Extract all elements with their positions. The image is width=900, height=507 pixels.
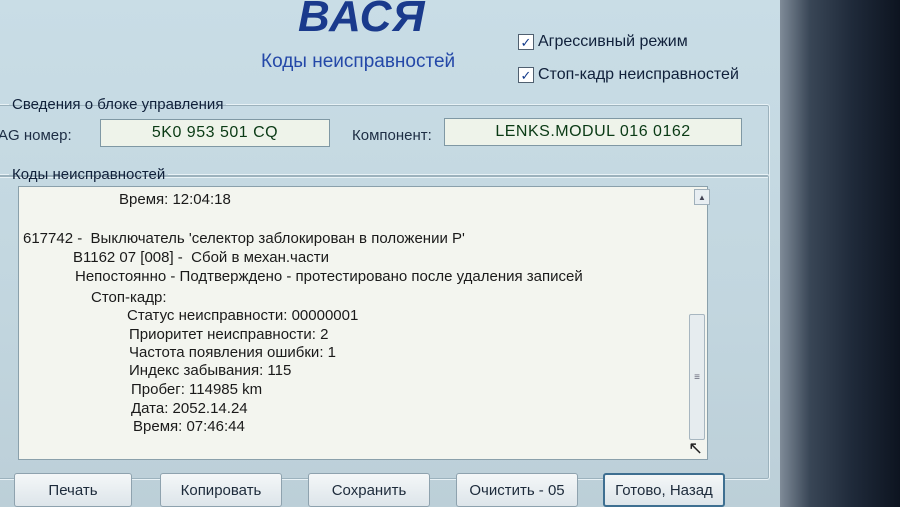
component-label: Компонент: [352, 127, 432, 144]
monitor-bezel [780, 0, 900, 507]
vag-number-label: AG номер: [0, 127, 72, 144]
freeze-frame-time: Время: 07:46:44 [133, 418, 245, 435]
aggressive-mode-label: Агрессивный режим [538, 33, 688, 50]
done-back-button[interactable]: Готово, Назад [603, 473, 725, 507]
freeze-frame-date: Дата: 2052.14.24 [131, 400, 248, 417]
app-logo: ВАСЯ [298, 0, 426, 41]
print-button[interactable]: Печать [14, 473, 132, 507]
fault-codes-text-area[interactable]: Время: 12:04:18 617742 - Выключатель 'се… [18, 186, 708, 460]
check-icon[interactable]: ✓ [518, 34, 534, 50]
app-window: ВАСЯ Коды неисправностей ✓ Агрессивный р… [0, 0, 780, 507]
freeze-frame-heading: Стоп-кадр: [91, 289, 167, 306]
page-subtitle: Коды неисправностей [261, 51, 456, 72]
fault-codes-legend: Коды неисправностей [12, 166, 166, 183]
aggressive-mode-checkbox[interactable]: ✓ Агрессивный режим [518, 33, 688, 51]
freeze-frame-mileage: Пробег: 114985 km [131, 381, 263, 398]
copy-button[interactable]: Копировать [160, 473, 282, 507]
scrollbar-thumb[interactable]: ≡ [689, 314, 705, 440]
fault-subcode-line: B1162 07 [008] - Сбой в механ.части [73, 249, 329, 266]
component-field: LENKS.MODUL 016 0162 [444, 118, 742, 146]
freeze-frame-status: Статус неисправности: 00000001 [127, 307, 359, 324]
freeze-frame-forget-index: Индекс забывания: 115 [129, 362, 292, 379]
control-unit-legend: Сведения о блоке управления [12, 96, 224, 113]
freeze-frame-label: Стоп-кадр неисправностей [538, 66, 739, 83]
freeze-frame-frequency: Частота появления ошибки: 1 [129, 344, 336, 361]
mouse-cursor-icon: ↖ [688, 438, 704, 458]
save-button[interactable]: Сохранить [308, 473, 430, 507]
vag-number-field: 5K0 953 501 CQ [100, 119, 330, 147]
fault-status-line: Непостоянно - Подтверждено - протестиров… [75, 268, 583, 285]
scroll-up-icon[interactable]: ▲ [694, 189, 710, 205]
freeze-frame-priority: Приоритет неисправности: 2 [129, 326, 329, 343]
freeze-frame-checkbox[interactable]: ✓ Стоп-кадр неисправностей [518, 66, 739, 84]
fault-code-line: 617742 - Выключатель 'селектор заблокиро… [23, 230, 465, 247]
clear-codes-button[interactable]: Очистить - 05 [456, 473, 578, 507]
check-icon[interactable]: ✓ [518, 67, 534, 83]
report-time: Время: 12:04:18 [119, 191, 231, 208]
